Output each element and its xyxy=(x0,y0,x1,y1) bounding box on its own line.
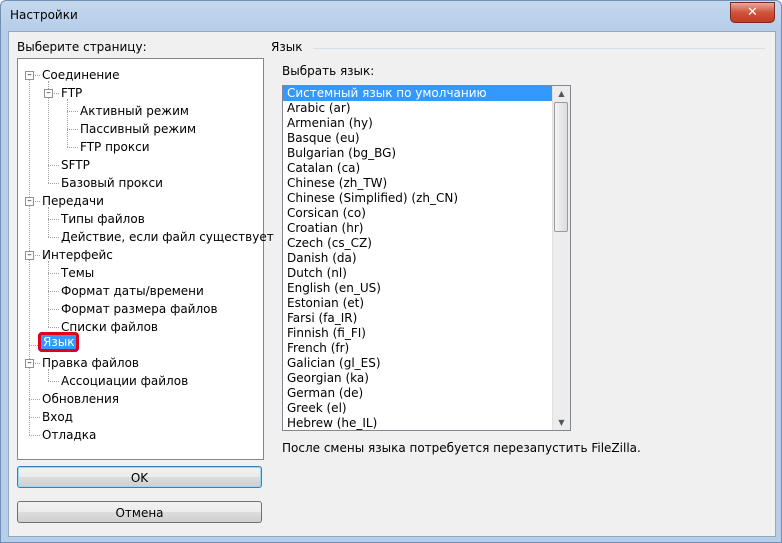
window-title: Настройки xyxy=(10,8,78,22)
language-listbox[interactable]: Системный язык по умолчанию Arabic (ar) Ar… xyxy=(282,85,571,431)
language-option[interactable]: Системный язык по умолчанию xyxy=(283,86,570,101)
tree-item[interactable]: Язык xyxy=(38,332,80,352)
cancel-button[interactable]: Отмена xyxy=(17,501,262,523)
tree-connector xyxy=(48,273,59,274)
language-option[interactable]: Arabic (ar) xyxy=(283,101,570,116)
dialog-client: Выберите страницу: – Соединение – FTP Активн… xyxy=(8,31,776,537)
close-button[interactable]: ✕ xyxy=(730,2,775,23)
scroll-thumb[interactable] xyxy=(554,102,568,232)
language-option[interactable]: Farsi (fa_IR) xyxy=(283,311,570,326)
tree-connector xyxy=(48,327,59,328)
collapse-icon[interactable]: – xyxy=(44,89,53,98)
collapse-icon[interactable]: – xyxy=(25,251,34,260)
tree-item[interactable]: Темы xyxy=(61,265,94,281)
collapse-icon[interactable]: – xyxy=(25,359,34,368)
language-list: Системный язык по умолчанию Arabic (ar) Ar… xyxy=(283,86,570,430)
language-option[interactable]: Catalan (ca) xyxy=(283,161,570,176)
language-option[interactable]: Corsican (co) xyxy=(283,206,570,221)
tree-item[interactable]: Передачи xyxy=(42,193,104,209)
tree-item[interactable]: Вход xyxy=(42,409,73,425)
close-icon: ✕ xyxy=(747,5,758,20)
tree-connector xyxy=(48,183,59,184)
tree-item[interactable]: Базовый прокси xyxy=(61,175,163,191)
group-divider xyxy=(313,48,765,49)
scroll-up-icon[interactable]: ▲ xyxy=(553,86,570,101)
tree-connector xyxy=(48,381,59,382)
page-select-label: Выберите страницу: xyxy=(17,40,147,54)
title-bar[interactable]: Настройки ✕ xyxy=(1,1,781,31)
language-option[interactable]: French (fr) xyxy=(283,341,570,356)
language-option[interactable]: Armenian (hy) xyxy=(283,116,570,131)
tree-connector xyxy=(48,291,59,292)
language-option[interactable]: Hebrew (he_IL) xyxy=(283,416,570,430)
language-option[interactable]: Dutch (nl) xyxy=(283,266,570,281)
tree-item[interactable]: Активный режим xyxy=(80,103,189,119)
select-language-label: Выбрать язык: xyxy=(282,64,375,78)
language-option[interactable]: Georgian (ka) xyxy=(283,371,570,386)
tree-connector xyxy=(29,417,40,418)
tree-connector xyxy=(67,147,78,148)
collapse-icon[interactable]: – xyxy=(25,197,34,206)
language-option[interactable]: Croatian (hr) xyxy=(283,221,570,236)
language-group: Язык Выбрать язык: Системный язык по умо… xyxy=(271,40,767,460)
ok-button[interactable]: OK xyxy=(17,466,262,488)
tree-item[interactable]: Пассивный режим xyxy=(80,121,196,137)
tree-item-label: Язык xyxy=(38,332,80,352)
tree-connector xyxy=(29,435,40,436)
tree-item[interactable]: Типы файлов xyxy=(61,211,145,227)
tree-item[interactable]: Интерфейс xyxy=(42,247,113,263)
tree-connector xyxy=(48,165,59,166)
language-option[interactable]: Estonian (et) xyxy=(283,296,570,311)
tree-guide-line xyxy=(48,207,49,237)
language-option[interactable]: Galician (gl_ES) xyxy=(283,356,570,371)
collapse-icon[interactable]: – xyxy=(25,71,34,80)
tree-item[interactable]: FTP xyxy=(61,85,82,101)
tree-connector xyxy=(67,129,78,130)
tree-connector xyxy=(29,399,40,400)
language-option[interactable]: Danish (da) xyxy=(283,251,570,266)
language-option[interactable]: Czech (cs_CZ) xyxy=(283,236,570,251)
tree-item[interactable]: Формат размера файлов xyxy=(61,301,218,317)
language-option[interactable]: Basque (eu) xyxy=(283,131,570,146)
tree-guide-line xyxy=(48,261,49,327)
tree-item[interactable]: Соединение xyxy=(42,67,119,83)
scroll-down-icon[interactable]: ▼ xyxy=(553,415,570,430)
tree-item[interactable]: Ассоциации файлов xyxy=(61,373,188,389)
tree-connector xyxy=(48,219,59,220)
language-option[interactable]: Greek (el) xyxy=(283,401,570,416)
group-title: Язык xyxy=(271,40,303,54)
tree-item[interactable]: Отладка xyxy=(42,427,96,443)
tree-connector xyxy=(67,111,78,112)
language-option[interactable]: Chinese (Simplified) (zh_CN) xyxy=(283,191,570,206)
language-option[interactable]: German (de) xyxy=(283,386,570,401)
tree-item[interactable]: FTP прокси xyxy=(80,139,150,155)
tree-connector xyxy=(48,237,59,238)
tree-item[interactable]: Обновления xyxy=(42,391,119,407)
tree-item[interactable]: Правка файлов xyxy=(42,355,139,371)
vertical-scrollbar[interactable]: ▲ ▼ xyxy=(552,86,570,430)
language-option[interactable]: Finnish (fi_FI) xyxy=(283,326,570,341)
tree-item[interactable]: Действие, если файл существует xyxy=(61,229,274,245)
tree-connector xyxy=(48,309,59,310)
language-option[interactable]: Chinese (zh_TW) xyxy=(283,176,570,191)
restart-note: После смены языка потребуется перезапуст… xyxy=(282,441,641,455)
settings-tree[interactable]: – Соединение – FTP Активный режим Пассивный р… xyxy=(17,58,274,460)
language-option[interactable]: Bulgarian (bg_BG) xyxy=(283,146,570,161)
language-option[interactable]: English (en_US) xyxy=(283,281,570,296)
settings-window: Настройки ✕ Выберите страницу: – Соединен… xyxy=(0,0,782,543)
tree-item[interactable]: SFTP xyxy=(61,157,90,173)
tree-item[interactable]: Формат даты/времени xyxy=(61,283,204,299)
tree-guide-line xyxy=(67,99,68,147)
